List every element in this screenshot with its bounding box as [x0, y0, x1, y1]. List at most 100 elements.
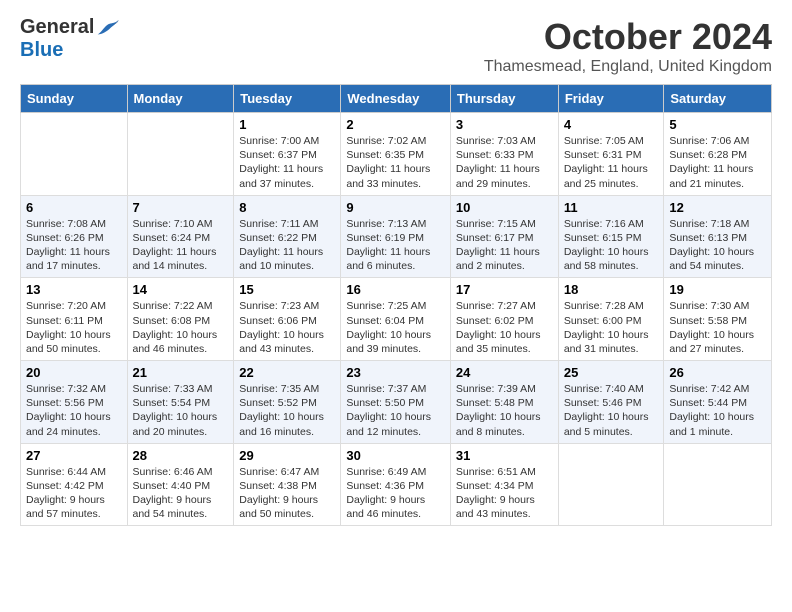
cell-daylight-text: Sunrise: 7:08 AM: [26, 217, 122, 231]
cell-daylight-text: Sunset: 4:36 PM: [346, 479, 445, 493]
calendar-cell: 10Sunrise: 7:15 AMSunset: 6:17 PMDayligh…: [450, 195, 558, 278]
calendar-cell: 29Sunrise: 6:47 AMSunset: 4:38 PMDayligh…: [234, 443, 341, 526]
day-number: 3: [456, 117, 553, 132]
calendar-cell: 11Sunrise: 7:16 AMSunset: 6:15 PMDayligh…: [558, 195, 664, 278]
day-number: 31: [456, 448, 553, 463]
cell-daylight-text: Sunrise: 7:11 AM: [239, 217, 335, 231]
calendar-cell: 30Sunrise: 6:49 AMSunset: 4:36 PMDayligh…: [341, 443, 451, 526]
cell-daylight-text: Sunrise: 7:23 AM: [239, 299, 335, 313]
day-header-friday: Friday: [558, 85, 664, 113]
day-number: 17: [456, 282, 553, 297]
calendar-week-row: 1Sunrise: 7:00 AMSunset: 6:37 PMDaylight…: [21, 113, 772, 196]
day-number: 15: [239, 282, 335, 297]
cell-daylight-text: Sunset: 6:22 PM: [239, 231, 335, 245]
cell-daylight-text: Sunrise: 7:13 AM: [346, 217, 445, 231]
cell-daylight-text: Sunrise: 7:22 AM: [133, 299, 229, 313]
month-title: October 2024: [484, 16, 772, 58]
day-header-sunday: Sunday: [21, 85, 128, 113]
cell-daylight-text: Sunset: 4:34 PM: [456, 479, 553, 493]
cell-daylight-text: Daylight: 11 hours and 37 minutes.: [239, 162, 335, 190]
calendar-week-row: 20 Sunrise: 7:32 AMSunset: 5:56 PM Dayligh…: [21, 361, 772, 444]
cell-daylight-text: Sunrise: 7:28 AM: [564, 299, 659, 313]
cell-daylight-text: Daylight: 9 hours and 57 minutes.: [26, 493, 122, 521]
cell-daylight-text: Sunset: 5:46 PM: [564, 396, 659, 410]
calendar-cell: 3Sunrise: 7:03 AMSunset: 6:33 PMDaylight…: [450, 113, 558, 196]
calendar-cell: 24Sunrise: 7:39 AMSunset: 5:48 PMDayligh…: [450, 361, 558, 444]
cell-daylight-text: Sunrise: 7:35 AM: [239, 382, 335, 396]
calendar-cell: 27Sunrise: 6:44 AMSunset: 4:42 PMDayligh…: [21, 443, 128, 526]
day-number: 1: [239, 117, 335, 132]
logo-general: General: [20, 16, 94, 39]
cell-daylight-text: Sunset: 5:56 PM: [26, 396, 122, 410]
calendar-cell: 23Sunrise: 7:37 AMSunset: 5:50 PMDayligh…: [341, 361, 451, 444]
calendar-cell: 17Sunrise: 7:27 AMSunset: 6:02 PMDayligh…: [450, 278, 558, 361]
calendar-cell: 26Sunrise: 7:42 AMSunset: 5:44 PMDayligh…: [664, 361, 772, 444]
day-number: 20: [26, 365, 122, 380]
cell-daylight-text: Sunrise: 6:49 AM: [346, 465, 445, 479]
cell-daylight-text: Sunrise: 7:16 AM: [564, 217, 659, 231]
cell-daylight-text: Daylight: 11 hours and 2 minutes.: [456, 245, 553, 273]
day-number: 8: [239, 200, 335, 215]
day-number: 10: [456, 200, 553, 215]
calendar-cell: 21Sunrise: 7:33 AMSunset: 5:54 PMDayligh…: [127, 361, 234, 444]
cell-daylight-text: Sunset: 4:38 PM: [239, 479, 335, 493]
day-number: 2: [346, 117, 445, 132]
cell-daylight-text: Sunset: 6:35 PM: [346, 148, 445, 162]
day-number: 16: [346, 282, 445, 297]
cell-daylight-text: Daylight: 9 hours and 54 minutes.: [133, 493, 229, 521]
calendar-cell: [664, 443, 772, 526]
cell-daylight-text: Sunrise: 6:44 AM: [26, 465, 122, 479]
cell-daylight-text: Sunset: 6:19 PM: [346, 231, 445, 245]
cell-daylight-text: Sunset: 6:02 PM: [456, 314, 553, 328]
cell-daylight-text: Daylight: 11 hours and 21 minutes.: [669, 162, 766, 190]
calendar-cell: 1 Sunrise: 7:00 AMSunset: 6:37 PMDaylight…: [234, 113, 341, 196]
cell-daylight-text: Sunset: 5:50 PM: [346, 396, 445, 410]
cell-daylight-text: Sunset: 6:11 PM: [26, 314, 122, 328]
cell-daylight-text: Sunset: 6:15 PM: [564, 231, 659, 245]
calendar-cell: [127, 113, 234, 196]
cell-daylight-text: Sunrise: 7:32 AM: [26, 382, 122, 396]
cell-daylight-text: Sunset: 6:00 PM: [564, 314, 659, 328]
calendar-cell: 5Sunrise: 7:06 AMSunset: 6:28 PMDaylight…: [664, 113, 772, 196]
cell-daylight-text: Sunrise: 6:47 AM: [239, 465, 335, 479]
calendar-body: 1Sunrise: 7:00 AMSunset: 6:37 PMDaylight…: [21, 113, 772, 526]
calendar-cell: 9Sunrise: 7:13 AMSunset: 6:19 PMDaylight…: [341, 195, 451, 278]
cell-daylight-text: Sunrise: 7:10 AM: [133, 217, 229, 231]
cell-daylight-text: Daylight: 10 hours and 5 minutes.: [564, 410, 659, 438]
calendar-cell: 31Sunrise: 6:51 AMSunset: 4:34 PMDayligh…: [450, 443, 558, 526]
cell-daylight-text: Daylight: 10 hours and 46 minutes.: [133, 328, 229, 356]
cell-daylight-text: Daylight: 11 hours and 6 minutes.: [346, 245, 445, 273]
day-number: 7: [133, 200, 229, 215]
cell-daylight-text: Sunrise: 6:46 AM: [133, 465, 229, 479]
cell-daylight-text: Sunset: 6:08 PM: [133, 314, 229, 328]
calendar-cell: 8Sunrise: 7:11 AMSunset: 6:22 PMDaylight…: [234, 195, 341, 278]
day-header-wednesday: Wednesday: [341, 85, 451, 113]
calendar-cell: 4Sunrise: 7:05 AMSunset: 6:31 PMDaylight…: [558, 113, 664, 196]
calendar-cell: 18Sunrise: 7:28 AMSunset: 6:00 PMDayligh…: [558, 278, 664, 361]
cell-daylight-text: Sunrise: 7:30 AM: [669, 299, 766, 313]
cell-daylight-text: Sunrise: 7:03 AM: [456, 134, 553, 148]
day-header-monday: Monday: [127, 85, 234, 113]
day-header-tuesday: Tuesday: [234, 85, 341, 113]
logo-bird-icon: [96, 18, 120, 38]
day-number: 25: [564, 365, 659, 380]
day-number: 27: [26, 448, 122, 463]
cell-daylight-text: Sunrise: 6:51 AM: [456, 465, 553, 479]
cell-daylight-text: Sunset: 6:04 PM: [346, 314, 445, 328]
calendar-week-row: 13Sunrise: 7:20 AMSunset: 6:11 PMDayligh…: [21, 278, 772, 361]
calendar-header-row: SundayMondayTuesdayWednesdayThursdayFrid…: [21, 85, 772, 113]
calendar-cell: 12Sunrise: 7:18 AMSunset: 6:13 PMDayligh…: [664, 195, 772, 278]
calendar-cell: 22Sunrise: 7:35 AMSunset: 5:52 PMDayligh…: [234, 361, 341, 444]
cell-daylight-text: Sunset: 6:26 PM: [26, 231, 122, 245]
cell-daylight-text: Sunset: 6:37 PM: [239, 148, 335, 162]
cell-daylight-text: Daylight: 10 hours and 1 minute.: [669, 410, 766, 438]
day-number: 14: [133, 282, 229, 297]
day-header-thursday: Thursday: [450, 85, 558, 113]
day-number: 6: [26, 200, 122, 215]
cell-daylight-text: Daylight: 11 hours and 29 minutes.: [456, 162, 553, 190]
cell-daylight-text: Sunrise: 7:00 AM: [239, 134, 335, 148]
cell-daylight-text: Daylight: 10 hours and 35 minutes.: [456, 328, 553, 356]
cell-daylight-text: Daylight: 10 hours and 54 minutes.: [669, 245, 766, 273]
cell-daylight-text: Sunrise: 7:25 AM: [346, 299, 445, 313]
cell-daylight-text: Sunrise: 7:42 AM: [669, 382, 766, 396]
